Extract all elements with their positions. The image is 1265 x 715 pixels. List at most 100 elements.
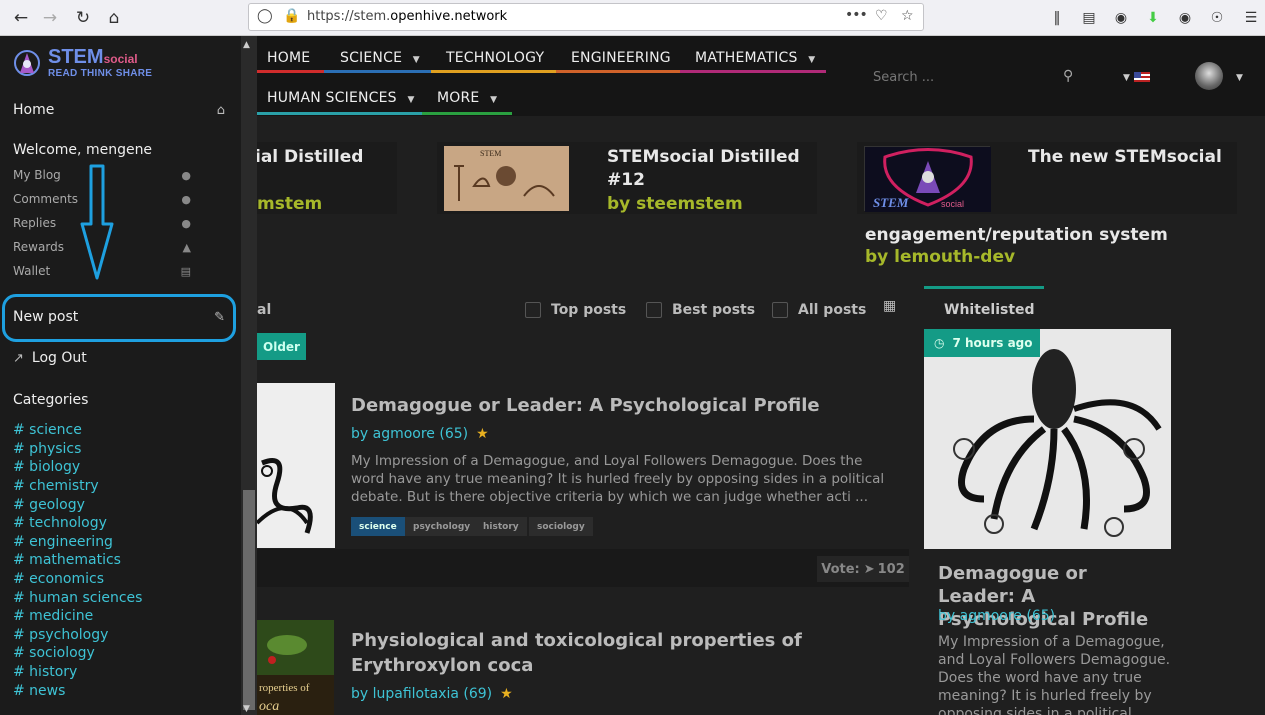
logout-button[interactable]: ↗ Log Out [13, 350, 225, 366]
category-biology[interactable]: # biology [13, 459, 80, 475]
post-2-title[interactable]: Physiological and toxicological properti… [351, 628, 891, 678]
post-1-vote-button[interactable]: Vote: ➤ 102 [817, 556, 909, 582]
account-chevron-icon[interactable]: ▼ [1236, 73, 1243, 83]
page-actions-icon[interactable]: ••• [845, 7, 868, 23]
nav-human-sciences[interactable]: HUMAN SCIENCES ▼ [267, 90, 415, 106]
featured-title-2[interactable]: STEMsocial Distilled #12 [607, 146, 800, 192]
nav-more[interactable]: MORE ▼ [437, 90, 497, 106]
account-icon[interactable]: ◉ [1110, 7, 1132, 29]
tab-whitelisted[interactable]: Whitelisted [924, 286, 1044, 318]
category-sociology[interactable]: # sociology [13, 645, 95, 661]
whitelist-post-excerpt[interactable]: My Impression of a Demagogue, and Loyal … [938, 633, 1188, 715]
featured-thumbnail-2[interactable]: STEM [444, 146, 569, 211]
post-1-author[interactable]: by agmoore (65) ★ [351, 426, 489, 442]
post-1-tag-science[interactable]: science [351, 517, 405, 536]
all-posts-checkbox[interactable] [772, 302, 788, 318]
post-1-tag-history[interactable]: history [475, 517, 527, 536]
category-medicine[interactable]: # medicine [13, 608, 93, 624]
search-icon[interactable]: ⚲ [1063, 68, 1073, 84]
us-flag-icon[interactable] [1134, 72, 1150, 82]
post-2-thumbnail[interactable]: roperties of oca [257, 620, 334, 715]
pocket-icon[interactable]: ♡ [875, 8, 888, 24]
nav-home-underline [257, 70, 324, 73]
back-arrow-icon[interactable]: ← [8, 5, 34, 31]
new-post-button[interactable]: New post ✎ [13, 309, 225, 325]
post-1-tag-psychology[interactable]: psychology [405, 517, 479, 536]
reload-icon[interactable]: ↻ [70, 5, 96, 31]
category-chemistry[interactable]: # chemistry [13, 478, 99, 494]
sidebar-home[interactable]: Home ⌂ [13, 102, 225, 118]
sidebar-toggle-icon[interactable]: ▤ [1078, 7, 1100, 29]
category-psychology[interactable]: # psychology [13, 627, 108, 643]
filter-top-posts[interactable]: Top posts [525, 302, 626, 318]
main-content: HOME SCIENCE ▼ TECHNOLOGY ENGINEERING MA… [257, 36, 1265, 715]
extension-ninja-icon[interactable]: ◉ [1174, 7, 1196, 29]
shield-icon[interactable]: ◯ [257, 8, 273, 24]
avatar[interactable] [1195, 62, 1223, 90]
browser-toolbar: ← → ↻ ⌂ ◯ 🔒 https://stem.openhive.networ… [0, 0, 1265, 36]
scroll-down-icon[interactable]: ▼ [243, 704, 250, 714]
featured-author-3[interactable]: by lemouth-dev [865, 247, 1015, 267]
category-geology[interactable]: # geology [13, 497, 85, 513]
extension-icon[interactable]: ☉ [1206, 7, 1228, 29]
category-history[interactable]: # history [13, 664, 77, 680]
nav-home[interactable]: HOME [267, 50, 310, 66]
post-1-tag-sociology[interactable]: sociology [529, 517, 593, 536]
library-icon[interactable]: ‖ [1046, 7, 1068, 29]
category-physics[interactable]: # physics [13, 441, 81, 457]
category-human-sciences[interactable]: # human sciences [13, 590, 142, 606]
lock-icon[interactable]: 🔒 [283, 8, 300, 24]
search-input[interactable]: Search ... [873, 70, 934, 85]
category-engineering[interactable]: # engineering [13, 534, 113, 550]
download-icon[interactable]: ⬇ [1142, 7, 1164, 29]
url-text[interactable]: https://stem.openhive.network [307, 9, 507, 24]
post-2-author[interactable]: by lupafilotaxia (69) ★ [351, 686, 513, 702]
url-bar[interactable]: ◯ 🔒 https://stem.openhive.network ••• ♡ … [248, 3, 924, 31]
logo-name: STEM [48, 46, 104, 68]
filter-best-posts[interactable]: Best posts [646, 302, 755, 318]
language-chevron-icon[interactable]: ▼ [1123, 73, 1130, 83]
hamburger-menu-icon[interactable]: ☰ [1240, 7, 1262, 29]
featured-title-3[interactable]: The new STEMsocial [1028, 146, 1222, 169]
nav-technology[interactable]: TECHNOLOGY [446, 50, 544, 66]
nav-mathematics[interactable]: MATHEMATICS ▼ [695, 50, 815, 66]
bookmark-star-icon[interactable]: ☆ [901, 8, 914, 24]
user-icon: ● [181, 168, 191, 182]
best-posts-checkbox[interactable] [646, 302, 662, 318]
featured-title-1[interactable]: ial Distilled [257, 146, 363, 169]
featured-author-2[interactable]: by steemstem [607, 194, 743, 214]
rocket-icon: ➤ [863, 561, 875, 577]
scroll-up-icon[interactable]: ▲ [243, 40, 250, 50]
annotation-down-arrow-icon [80, 164, 114, 280]
sidebar-scrollbar-thumb[interactable] [243, 490, 255, 710]
category-news[interactable]: # news [13, 683, 65, 699]
category-economics[interactable]: # economics [13, 571, 104, 587]
whitelist-post-thumbnail[interactable] [924, 329, 1171, 549]
categories-title: Categories [13, 392, 89, 408]
top-posts-checkbox[interactable] [525, 302, 541, 318]
forward-arrow-icon[interactable]: → [37, 5, 63, 31]
post-1-thumbnail[interactable] [257, 383, 335, 548]
grid-view-icon[interactable]: ▦ [883, 298, 896, 314]
older-button[interactable]: Older [257, 333, 306, 360]
nav-mathematics-underline [680, 70, 826, 73]
chevron-down-icon: ▼ [490, 95, 498, 105]
whitelist-post-author[interactable]: by agmoore (65) [938, 608, 1055, 624]
category-mathematics[interactable]: # mathematics [13, 552, 121, 568]
post-1-excerpt[interactable]: My Impression of a Demagogue, and Loyal … [351, 452, 891, 506]
comments-icon: ● [181, 216, 191, 230]
svg-text:social: social [941, 199, 964, 209]
category-technology[interactable]: # technology [13, 515, 107, 531]
svg-text:roperties of: roperties of [259, 682, 310, 694]
nav-engineering[interactable]: ENGINEERING [571, 50, 671, 66]
home-icon[interactable]: ⌂ [101, 5, 127, 31]
nav-science[interactable]: SCIENCE ▼ [340, 50, 420, 66]
filter-all-posts[interactable]: All posts [772, 302, 866, 318]
featured-title-3-line2[interactable]: engagement/reputation system [865, 224, 1168, 247]
category-science[interactable]: # science [13, 422, 82, 438]
stemsocial-logo[interactable]: STEMsocial READ THINK SHARE [12, 46, 162, 82]
post-1-title[interactable]: Demagogue or Leader: A Psychological Pro… [351, 393, 820, 418]
featured-thumbnail-3[interactable]: STEM social [864, 146, 991, 212]
featured-author-1[interactable]: mstem [257, 194, 322, 214]
clock-icon: ◷ [934, 336, 945, 350]
